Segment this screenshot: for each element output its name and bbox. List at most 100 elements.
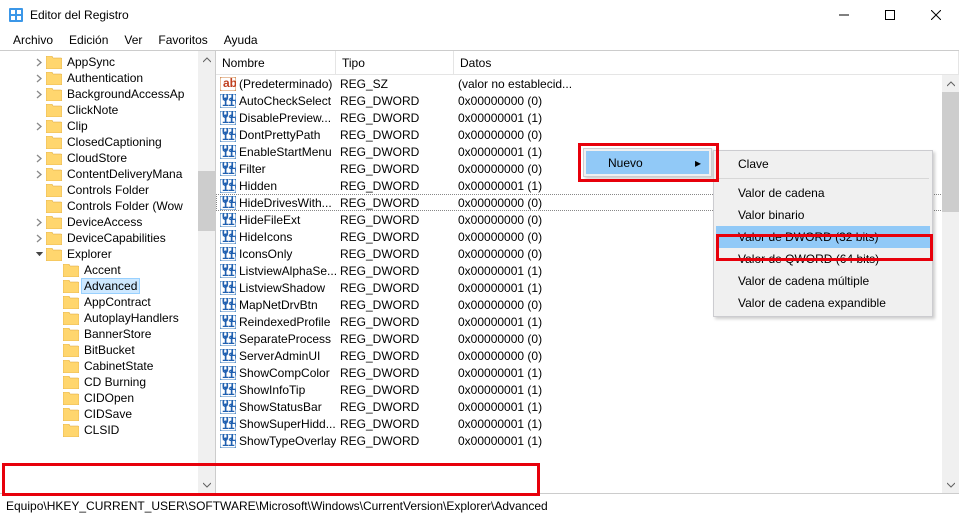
folder-icon <box>46 120 62 133</box>
value-icon: 011110 <box>220 383 236 397</box>
tree-item-label: CLSID <box>82 423 121 437</box>
close-button[interactable] <box>913 0 959 30</box>
cell-name: 011110SeparateProcess <box>216 332 336 346</box>
scroll-down-icon[interactable] <box>198 476 215 493</box>
tree-item[interactable]: Controls Folder <box>0 182 215 198</box>
list-row[interactable]: 011110AutoCheckSelectREG_DWORD0x00000000… <box>216 92 959 109</box>
menu-edicion[interactable]: Edición <box>62 31 115 49</box>
tree-item[interactable]: AppContract <box>0 294 215 310</box>
tree-item[interactable]: BannerStore <box>0 326 215 342</box>
list-scrollbar[interactable] <box>942 75 959 493</box>
tree-item[interactable]: BackgroundAccessAp <box>0 86 215 102</box>
chevron-icon[interactable] <box>33 122 46 131</box>
cell-data: 0x00000001 (1) <box>454 417 959 431</box>
list-row[interactable]: 011110DisablePreview...REG_DWORD0x000000… <box>216 109 959 126</box>
list-scroll-thumb[interactable] <box>942 92 959 212</box>
list-row[interactable]: 011110ShowInfoTipREG_DWORD0x00000001 (1) <box>216 381 959 398</box>
tree-item[interactable]: CabinetState <box>0 358 215 374</box>
ctx-valor-cadena[interactable]: Valor de cadena <box>716 182 930 204</box>
cell-type: REG_DWORD <box>336 264 454 278</box>
menu-favoritos[interactable]: Favoritos <box>151 31 214 49</box>
chevron-icon[interactable] <box>33 218 46 227</box>
folder-icon <box>46 216 62 229</box>
tree-item[interactable]: ClosedCaptioning <box>0 134 215 150</box>
folder-icon <box>46 200 62 213</box>
tree-item-label: AppContract <box>82 295 153 309</box>
tree-item[interactable]: Controls Folder (Wow <box>0 198 215 214</box>
tree-item-label: ClosedCaptioning <box>65 135 164 149</box>
value-icon: 011110 <box>220 434 236 448</box>
cell-type: REG_DWORD <box>336 179 454 193</box>
tree-scrollbar[interactable] <box>198 51 215 493</box>
menu-ayuda[interactable]: Ayuda <box>217 31 265 49</box>
scroll-up-icon[interactable] <box>942 75 959 92</box>
tree-item-label: BannerStore <box>82 327 153 341</box>
list-row[interactable]: 011110ShowTypeOverlayREG_DWORD0x00000001… <box>216 432 959 449</box>
chevron-icon[interactable] <box>33 170 46 179</box>
chevron-icon[interactable] <box>33 90 46 99</box>
address-bar[interactable]: Equipo\HKEY_CURRENT_USER\SOFTWARE\Micros… <box>0 493 959 517</box>
list-row[interactable]: 011110ShowCompColorREG_DWORD0x00000001 (… <box>216 364 959 381</box>
tree-item[interactable]: BitBucket <box>0 342 215 358</box>
menu-archivo[interactable]: Archivo <box>6 31 60 49</box>
chevron-icon[interactable] <box>33 154 46 163</box>
scroll-up-icon[interactable] <box>198 51 215 68</box>
tree-item[interactable]: AppSync <box>0 54 215 70</box>
list-row[interactable]: 011110ServerAdminUIREG_DWORD0x00000000 (… <box>216 347 959 364</box>
ctx-clave[interactable]: Clave <box>716 153 930 175</box>
tree-item[interactable]: DeviceCapabilities <box>0 230 215 246</box>
svg-text:110: 110 <box>222 248 236 261</box>
list-row[interactable]: 011110SeparateProcessREG_DWORD0x00000000… <box>216 330 959 347</box>
tree-scroll-thumb[interactable] <box>198 171 215 231</box>
tree-item[interactable]: Accent <box>0 262 215 278</box>
tree-item[interactable]: CLSID <box>0 422 215 438</box>
list-row[interactable]: 011110DontPrettyPathREG_DWORD0x00000000 … <box>216 126 959 143</box>
ctx-valor-cadena-multiple[interactable]: Valor de cadena múltiple <box>716 270 930 292</box>
svg-text:110: 110 <box>222 316 236 329</box>
tree-item[interactable]: DeviceAccess <box>0 214 215 230</box>
tree-item-label: AppSync <box>65 55 117 69</box>
tree-item[interactable]: CloudStore <box>0 150 215 166</box>
chevron-icon[interactable] <box>33 234 46 243</box>
ctx-valor-cadena-expandible[interactable]: Valor de cadena expandible <box>716 292 930 314</box>
ctx-nuevo[interactable]: Nuevo ▸ <box>586 151 709 174</box>
ctx-valor-dword32[interactable]: Valor de DWORD (32 bits) <box>716 226 930 248</box>
menu-ver[interactable]: Ver <box>117 31 149 49</box>
ctx-valor-qword64[interactable]: Valor de QWORD (64 bits) <box>716 248 930 270</box>
svg-text:110: 110 <box>222 299 236 312</box>
tree-item[interactable]: CIDSave <box>0 406 215 422</box>
tree-item[interactable]: ClickNote <box>0 102 215 118</box>
folder-icon <box>46 184 62 197</box>
tree-item[interactable]: ContentDeliveryMana <box>0 166 215 182</box>
chevron-icon[interactable] <box>33 250 46 259</box>
tree-item[interactable]: CIDOpen <box>0 390 215 406</box>
minimize-button[interactable] <box>821 0 867 30</box>
tree-item[interactable]: AutoplayHandlers <box>0 310 215 326</box>
value-icon: 011110 <box>220 162 236 176</box>
context-submenu: Clave Valor de cadena Valor binario Valo… <box>713 150 933 317</box>
list-row[interactable]: 011110ShowSuperHidd...REG_DWORD0x0000000… <box>216 415 959 432</box>
value-icon: 011110 <box>220 366 236 380</box>
svg-text:110: 110 <box>222 350 236 363</box>
folder-icon <box>63 296 79 309</box>
list-header[interactable]: Nombre Tipo Datos <box>216 51 959 75</box>
tree-item[interactable]: Clip <box>0 118 215 134</box>
tree-item[interactable]: Authentication <box>0 70 215 86</box>
tree-item[interactable]: CD Burning <box>0 374 215 390</box>
list-row[interactable]: 011110ShowStatusBarREG_DWORD0x00000001 (… <box>216 398 959 415</box>
registry-tree[interactable]: AppSyncAuthenticationBackgroundAccessApC… <box>0 51 216 493</box>
tree-item[interactable]: Explorer <box>0 246 215 262</box>
col-data[interactable]: Datos <box>454 51 959 74</box>
list-row[interactable]: ab(Predeterminado)REG_SZ(valor no establ… <box>216 75 959 92</box>
ctx-valor-binario[interactable]: Valor binario <box>716 204 930 226</box>
path-text: Equipo\HKEY_CURRENT_USER\SOFTWARE\Micros… <box>6 499 548 513</box>
cell-type: REG_DWORD <box>336 349 454 363</box>
chevron-icon[interactable] <box>33 58 46 67</box>
tree-item[interactable]: Advanced <box>0 278 215 294</box>
col-type[interactable]: Tipo <box>336 51 454 74</box>
col-name[interactable]: Nombre <box>216 51 336 74</box>
scroll-down-icon[interactable] <box>942 476 959 493</box>
cell-data: 0x00000000 (0) <box>454 128 959 142</box>
maximize-button[interactable] <box>867 0 913 30</box>
chevron-icon[interactable] <box>33 74 46 83</box>
